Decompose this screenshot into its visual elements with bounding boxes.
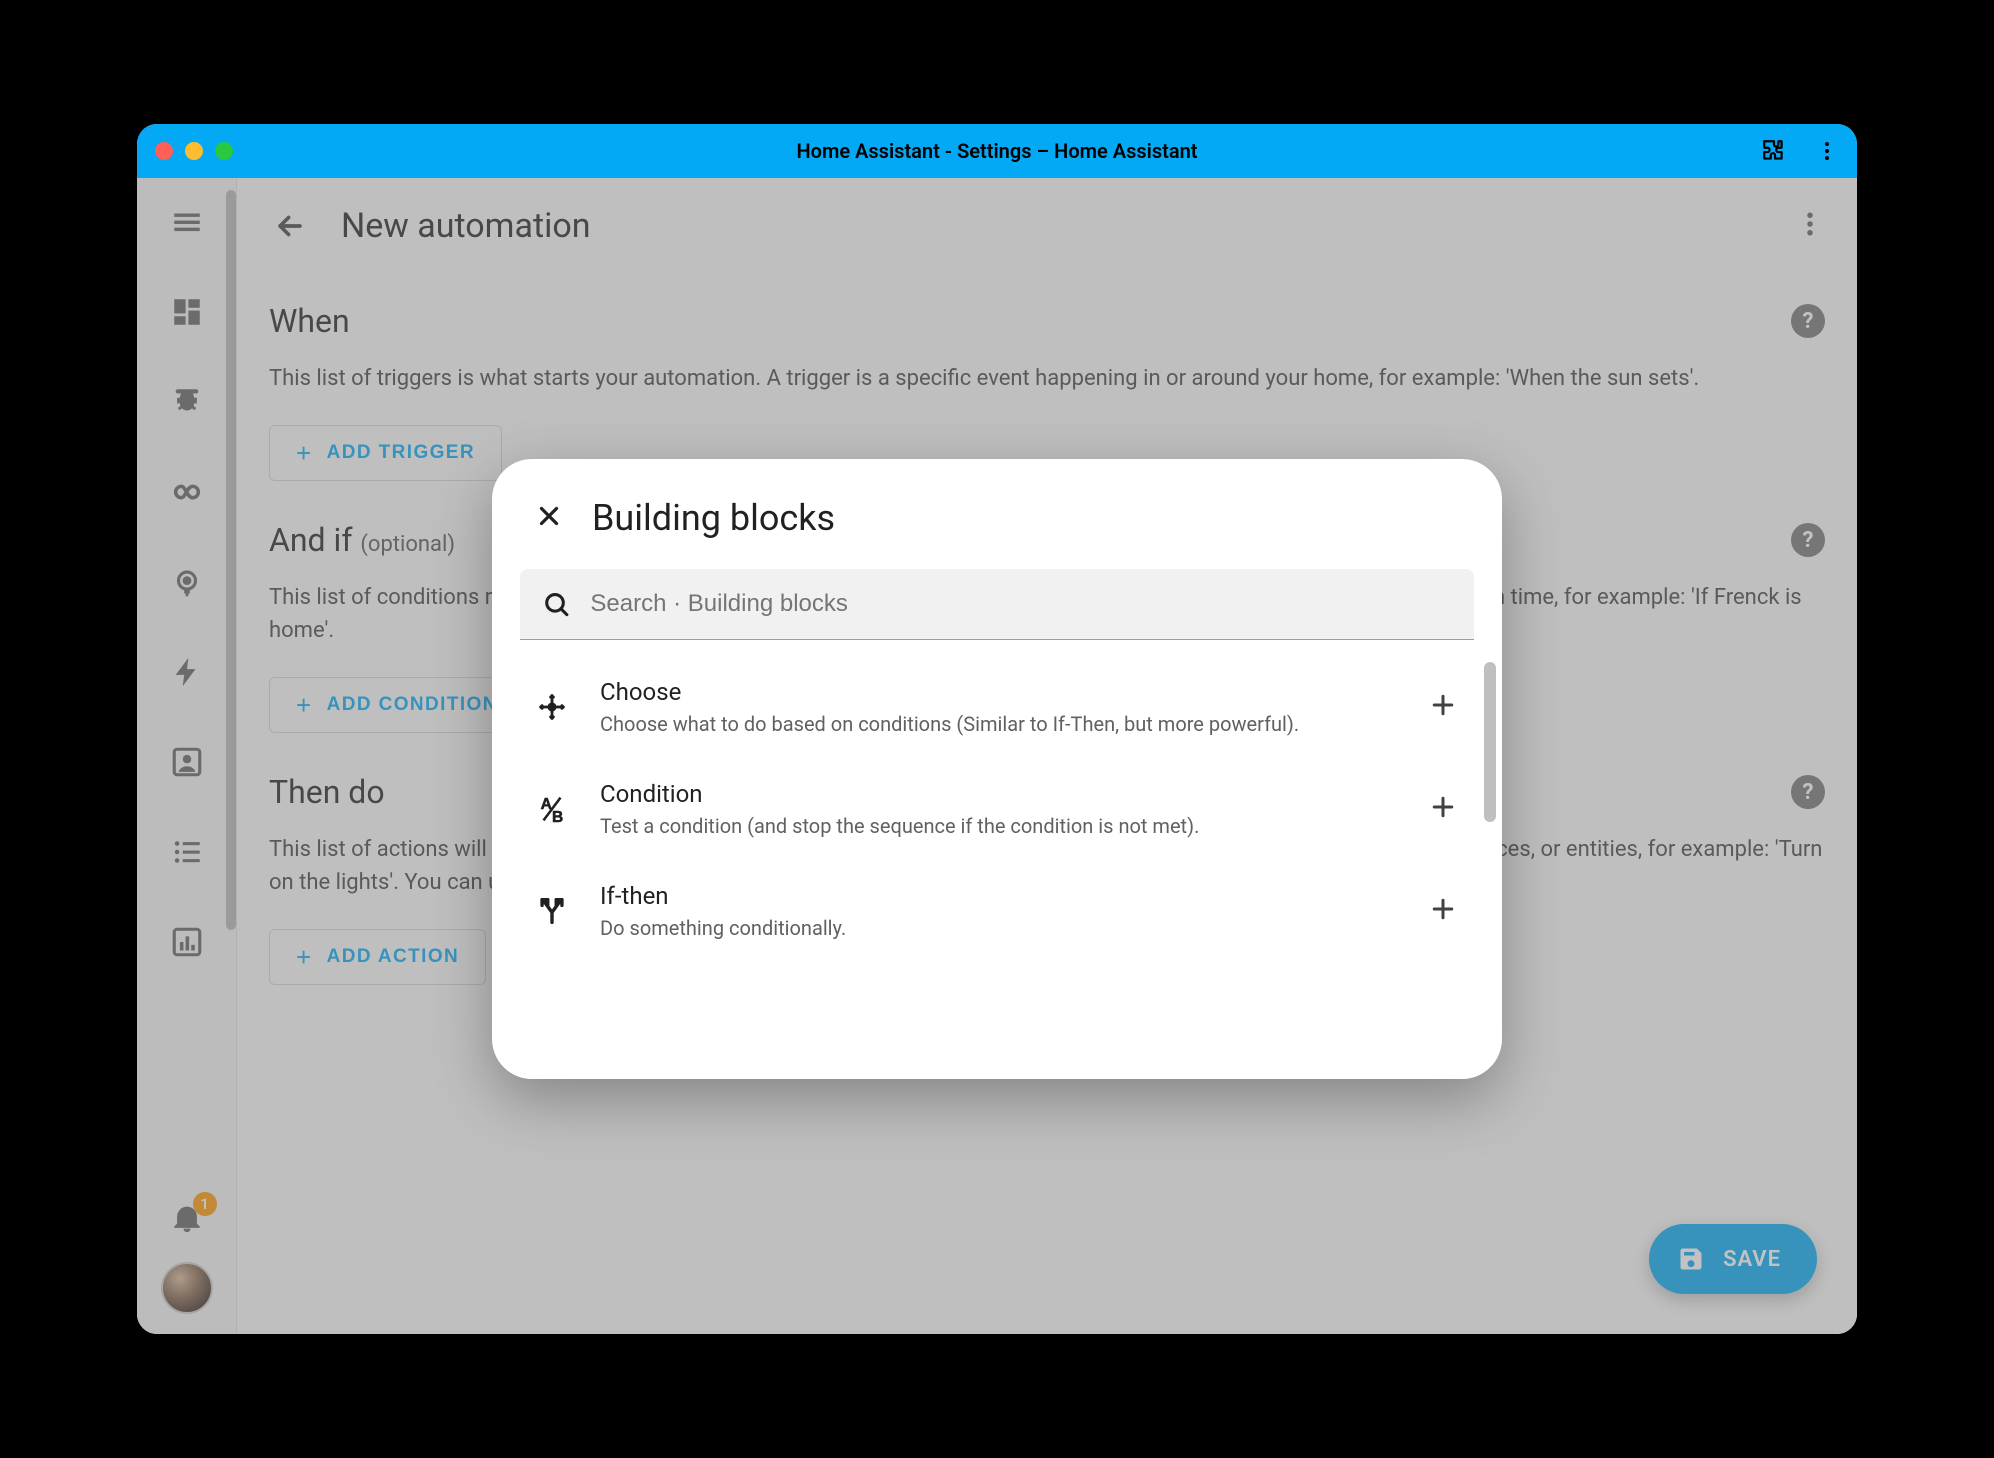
list-item-title: Choose: [600, 678, 1400, 706]
dialog-scrollbar[interactable]: [1484, 662, 1496, 822]
maximize-window-button[interactable]: [215, 142, 233, 160]
ab-icon: AB: [532, 789, 572, 829]
dialog-title: Building blocks: [592, 497, 835, 539]
list-item-sub: Choose what to do based on conditions (S…: [600, 712, 1400, 736]
list-item-condition[interactable]: AB Condition Test a condition (and stop …: [492, 758, 1502, 860]
list-item-sub: Do something conditionally.: [600, 916, 1400, 940]
search-input[interactable]: [590, 590, 1452, 618]
list-item-title: If-then: [600, 882, 1400, 910]
list-item-choose[interactable]: Choose Choose what to do based on condit…: [492, 656, 1502, 758]
add-icon[interactable]: [1428, 792, 1458, 826]
search-field[interactable]: [520, 569, 1474, 640]
list-item-if-then[interactable]: If-then Do something conditionally.: [492, 860, 1502, 962]
titlebar: Home Assistant - Settings – Home Assista…: [137, 124, 1857, 178]
dialog-list: Choose Choose what to do based on condit…: [492, 656, 1502, 1079]
close-dialog-button[interactable]: [534, 501, 564, 535]
svg-text:B: B: [552, 809, 563, 826]
split-icon: [532, 891, 572, 931]
window-controls: [155, 142, 233, 160]
add-icon[interactable]: [1428, 894, 1458, 928]
app-window: Home Assistant - Settings – Home Assista…: [137, 124, 1857, 1334]
list-item-title: Condition: [600, 780, 1400, 808]
browser-more-icon[interactable]: [1815, 139, 1839, 163]
extensions-icon[interactable]: [1761, 138, 1787, 164]
building-blocks-dialog: Building blocks Choose Choose what to do…: [492, 459, 1502, 1079]
list-item-sub: Test a condition (and stop the sequence …: [600, 814, 1400, 838]
search-icon: [542, 589, 570, 619]
minimize-window-button[interactable]: [185, 142, 203, 160]
window-title: Home Assistant - Settings – Home Assista…: [137, 139, 1857, 163]
add-icon[interactable]: [1428, 690, 1458, 724]
choose-icon: [532, 687, 572, 727]
close-window-button[interactable]: [155, 142, 173, 160]
